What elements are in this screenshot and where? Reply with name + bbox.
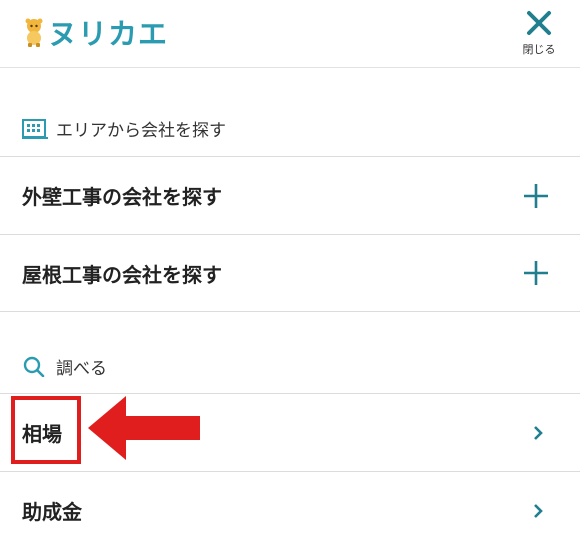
- area-section-heading-text: エリアから会社を探す: [56, 120, 226, 141]
- annotation-arrow-icon: [88, 396, 200, 460]
- chevron-right-icon: [534, 425, 543, 440]
- menu-item-label: 外壁工事の会社を探す: [22, 185, 222, 209]
- mascot-icon: [25, 18, 43, 47]
- annotation-highlight-box: [11, 396, 81, 464]
- menu-item-subsidy[interactable]: 助成金: [0, 471, 580, 536]
- research-section-heading: 調べる: [0, 344, 580, 388]
- close-icon: [527, 11, 551, 35]
- building-icon: [22, 119, 48, 139]
- research-section-heading-text: 調べる: [56, 358, 107, 379]
- search-icon: [23, 356, 45, 377]
- logo-text: ヌリカエ: [48, 17, 169, 51]
- logo[interactable]: ヌリカエ: [22, 12, 168, 52]
- menu-item-label: 屋根工事の会社を探す: [22, 262, 222, 287]
- menu-item-label: 助成金: [22, 500, 82, 524]
- area-section-heading: エリアから会社を探す: [0, 106, 580, 150]
- menu-header: ヌリカエ 閉じる: [0, 0, 580, 68]
- close-button[interactable]: 閉じる: [511, 6, 567, 62]
- menu-item-roof[interactable]: 屋根工事の会社を探す: [0, 234, 580, 312]
- plus-icon: [524, 183, 548, 208]
- plus-icon: [524, 261, 548, 285]
- menu-item-exterior-wall[interactable]: 外壁工事の会社を探す: [0, 156, 580, 234]
- close-label: 閉じる: [522, 43, 556, 56]
- chevron-right-icon: [534, 503, 543, 518]
